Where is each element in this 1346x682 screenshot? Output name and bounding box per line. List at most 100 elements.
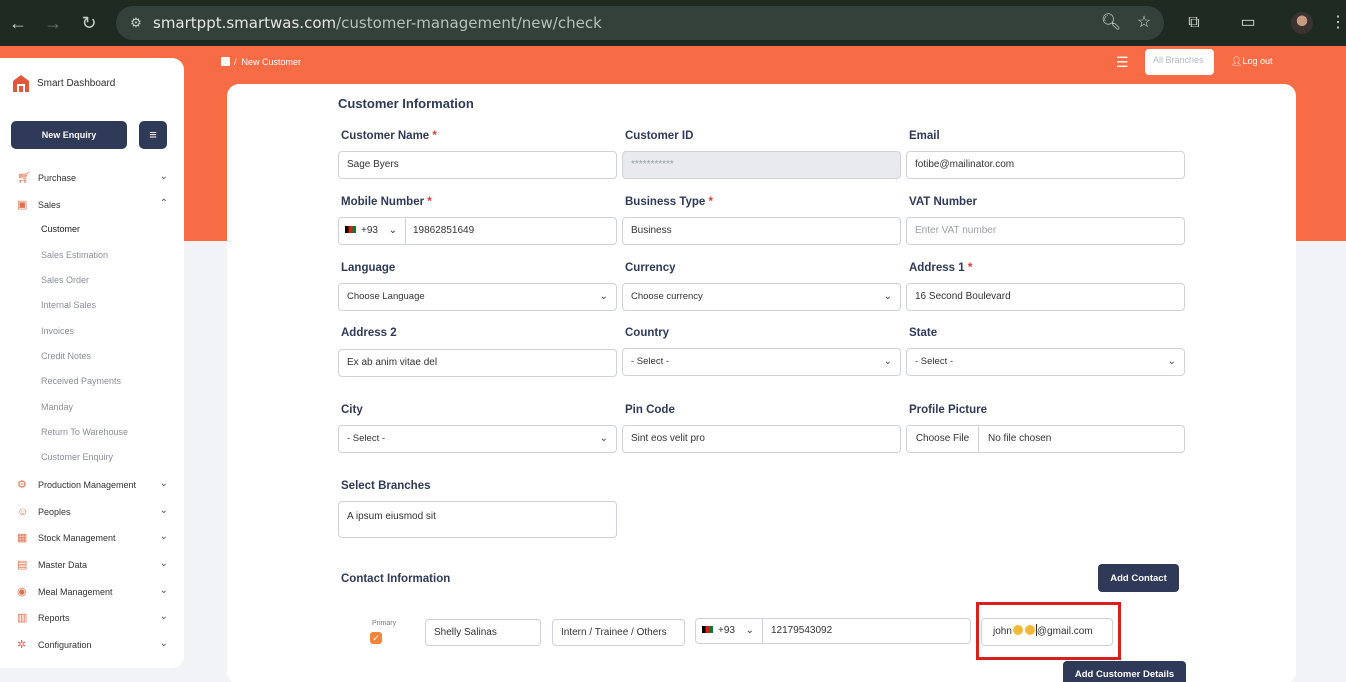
label-customer-id: Customer ID	[625, 130, 694, 142]
pin-code-input[interactable]: Sint eos velit pro	[622, 425, 901, 453]
logout-link[interactable]: 👤︎Log out	[1231, 56, 1272, 67]
sidebar-sub-manday[interactable]: Manday	[41, 402, 73, 412]
choose-file-button[interactable]: Choose File	[907, 426, 979, 452]
chevron-down-icon: ⌄	[1167, 356, 1176, 367]
country-select[interactable]: - Select - ⌄	[622, 348, 901, 376]
production-icon: ⚙	[17, 479, 27, 491]
state-select[interactable]: - Select - ⌄	[906, 348, 1185, 376]
highlight-box	[976, 602, 1121, 660]
browser-toolbar: ← → ↻ ⚙ smartppt.smartwas.com/customer-m…	[0, 0, 1346, 46]
app-title: Smart Dashboard	[37, 78, 116, 89]
section-title-contact-info: Contact Information	[341, 573, 451, 585]
url-text: smartppt.smartwas.com/customer-managemen…	[153, 14, 602, 32]
profile-picture-field: Choose File No file chosen	[906, 425, 1185, 453]
label-city: City	[341, 404, 363, 416]
add-contact-button[interactable]: Add Contact	[1098, 564, 1179, 592]
address1-input[interactable]: 16 Second Boulevard	[906, 283, 1185, 311]
customer-name-input[interactable]: Sage Byers	[338, 151, 617, 179]
sidebar-item-purchase[interactable]: 🛒︎ Purchase ⌄	[17, 170, 172, 188]
browser-menu-icon[interactable]: ⋮	[1327, 12, 1346, 34]
tab-search-icon[interactable]: ▭	[1237, 12, 1259, 34]
new-enquiry-button[interactable]: New Enquiry	[11, 121, 127, 149]
sidebar: Smart Dashboard New Enquiry ≡ 🛒︎ Purchas…	[0, 58, 184, 668]
email-input[interactable]: fotibe@mailinator.com	[906, 151, 1185, 179]
sidebar-sub-return-to-warehouse[interactable]: Return To Warehouse	[41, 427, 128, 437]
sidebar-item-peoples[interactable]: ☺ Peoples ⌄	[17, 504, 172, 522]
branch-select[interactable]: All Branches	[1145, 49, 1214, 75]
mobile-number-input[interactable]: 19862851649	[413, 218, 474, 244]
chevron-down-icon: ⌄	[599, 291, 608, 302]
branches-input[interactable]: A ipsum eiusmod sit	[338, 501, 617, 538]
contact-country-code-select[interactable]: +93 ⌄	[696, 619, 763, 643]
country-code-select[interactable]: +93 ⌄	[339, 218, 406, 244]
sidebar-item-sales[interactable]: ▣ Sales ⌃	[17, 197, 172, 215]
chevron-down-icon: ⌄	[159, 171, 168, 182]
label-currency: Currency	[625, 262, 676, 274]
chevron-down-icon: ⌄	[159, 611, 168, 622]
sidebar-sub-credit-notes[interactable]: Credit Notes	[41, 351, 91, 361]
chevron-up-icon: ⌃	[159, 198, 168, 209]
label-address1: Address 1 *	[909, 262, 973, 274]
contact-phone-input[interactable]: 12179543092	[771, 619, 832, 643]
store-logo-icon	[13, 75, 29, 92]
sidebar-sub-invoices[interactable]: Invoices	[41, 326, 74, 336]
vat-number-input[interactable]: Enter VAT number	[906, 217, 1185, 245]
chevron-down-icon: ⌄	[883, 291, 892, 302]
sidebar-item-meal-management[interactable]: ◉ Meal Management ⌄	[17, 584, 172, 602]
customer-id-input: ***********	[622, 151, 901, 179]
chevron-down-icon: ⌄	[745, 625, 754, 636]
chevron-down-icon: ⌄	[599, 433, 608, 444]
sidebar-item-master-data[interactable]: ▤ Master Data ⌄	[17, 557, 172, 575]
sidebar-sub-customer[interactable]: Customer	[41, 224, 80, 234]
address2-input[interactable]: Ex ab anim vitae del	[338, 349, 617, 377]
business-type-input[interactable]: Business	[622, 217, 901, 245]
language-select[interactable]: Choose Language ⌄	[338, 283, 617, 311]
chevron-down-icon: ⌄	[159, 585, 168, 596]
breadcrumb: / New Customer	[221, 57, 301, 67]
cart-icon: 🛒︎	[17, 172, 31, 184]
zoom-icon[interactable]: 🔍︎	[1100, 12, 1122, 34]
sidebar-sub-customer-enquiry[interactable]: Customer Enquiry	[41, 452, 113, 462]
label-country: Country	[625, 327, 670, 339]
label-pin-code: Pin Code	[625, 404, 675, 416]
label-vat-number: VAT Number	[909, 196, 977, 208]
sidebar-sub-received-payments[interactable]: Received Payments	[41, 376, 121, 386]
label-business-type: Business Type *	[625, 196, 714, 208]
label-mobile-number: Mobile Number *	[341, 196, 432, 208]
sidebar-sub-internal-sales[interactable]: Internal Sales	[41, 300, 96, 310]
contact-designation-input[interactable]: Intern / Trainee / Others	[552, 619, 685, 646]
city-select[interactable]: - Select - ⌄	[338, 425, 617, 453]
label-state: State	[909, 327, 938, 339]
section-title-customer-info: Customer Information	[338, 96, 474, 111]
currency-select[interactable]: Choose currency ⌄	[622, 283, 901, 311]
bookmark-star-icon[interactable]: ☆	[1133, 12, 1155, 34]
chevron-down-icon: ⌄	[159, 505, 168, 516]
address-bar[interactable]: ⚙ smartppt.smartwas.com/customer-managem…	[116, 6, 1164, 40]
chevron-down-icon: ⌄	[159, 531, 168, 542]
sidebar-item-configuration[interactable]: ✲ Configuration ⌄	[17, 637, 172, 655]
back-icon[interactable]: ←	[7, 12, 29, 34]
flag-icon	[345, 226, 356, 233]
label-address2: Address 2	[341, 327, 397, 339]
sidebar-toggle-button[interactable]: ≡	[139, 121, 167, 149]
sidebar-sub-sales-order[interactable]: Sales Order	[41, 275, 89, 285]
sidebar-item-reports[interactable]: ▥ Reports ⌄	[17, 610, 172, 628]
label-email: Email	[909, 130, 940, 142]
configuration-icon: ✲	[17, 639, 27, 651]
site-info-icon[interactable]: ⚙	[128, 15, 144, 31]
primary-checkbox[interactable]: ✓	[370, 632, 382, 644]
chevron-down-icon: ⌄	[159, 638, 168, 649]
sidebar-item-stock-management[interactable]: ▦ Stock Management ⌄	[17, 530, 172, 548]
sidebar-item-production-management[interactable]: ⚙ Production Management ⌄	[17, 477, 172, 495]
reload-icon[interactable]: ↻	[78, 12, 100, 34]
forward-icon[interactable]: →	[42, 12, 64, 34]
profile-avatar[interactable]	[1291, 12, 1313, 34]
hamburger-menu-icon[interactable]: ☰	[1116, 54, 1129, 71]
extensions-icon[interactable]: ⧉	[1183, 12, 1205, 34]
contact-name-input[interactable]: Shelly Salinas	[425, 619, 541, 646]
chevron-down-icon: ⌄	[159, 478, 168, 489]
add-customer-details-button[interactable]: Add Customer Details	[1063, 661, 1186, 682]
home-icon[interactable]	[221, 57, 230, 66]
sidebar-sub-sales-estimation[interactable]: Sales Estimation	[41, 250, 108, 260]
contact-phone-field: +93 ⌄ 12179543092	[695, 618, 971, 644]
